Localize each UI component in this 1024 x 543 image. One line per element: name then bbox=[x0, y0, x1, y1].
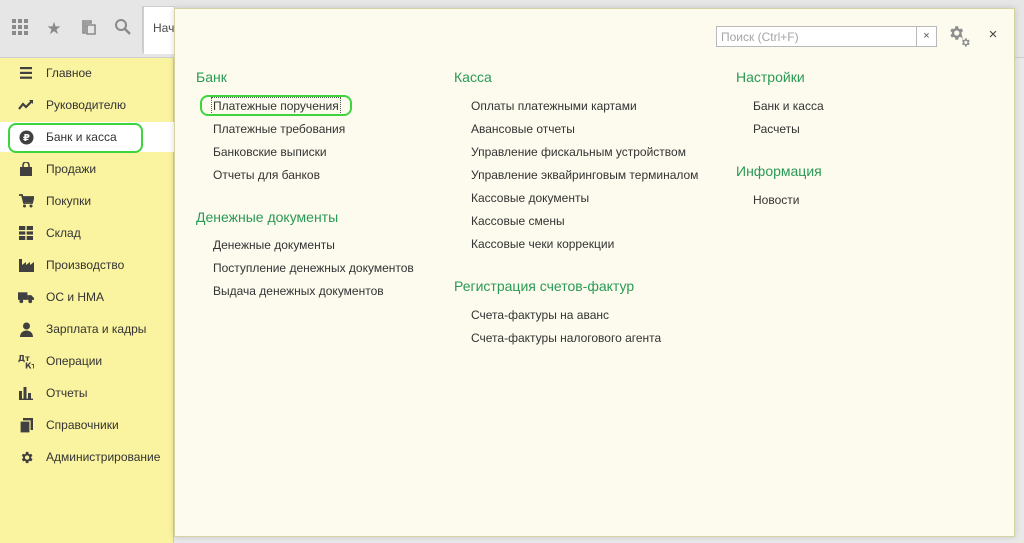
ruble-coin-icon: ₽ bbox=[18, 129, 34, 145]
link-correction-receipts[interactable]: Кассовые чеки коррекции bbox=[471, 237, 614, 251]
link-advance-invoices[interactable]: Счета-фактуры на аванс bbox=[471, 308, 609, 322]
clear-search-button[interactable]: × bbox=[916, 27, 936, 46]
section-panel: × × Банк Платежные поручения Платежные т… bbox=[174, 8, 1015, 537]
apps-grid-icon[interactable] bbox=[9, 18, 31, 40]
tab-start-label: Нач bbox=[153, 21, 175, 35]
close-panel-button[interactable]: × bbox=[985, 26, 1001, 44]
trend-chart-icon bbox=[18, 97, 34, 113]
link-cash-documents[interactable]: Кассовые документы bbox=[471, 191, 589, 205]
history-icon[interactable] bbox=[78, 18, 100, 40]
sidebar-item-salary-and-hr[interactable]: Зарплата и кадры bbox=[0, 314, 174, 344]
group-title-settings: Настройки bbox=[736, 69, 805, 85]
tab-start-page[interactable]: Нач bbox=[143, 6, 175, 54]
link-bank-reports[interactable]: Отчеты для банков bbox=[213, 168, 320, 182]
svg-text:Кт: Кт bbox=[25, 361, 34, 369]
sidebar-item-label: Операции bbox=[46, 354, 103, 368]
favorites-star-icon[interactable]: ★ bbox=[43, 18, 65, 40]
link-acquiring-terminal[interactable]: Управление эквайринговым терминалом bbox=[471, 168, 698, 182]
sidebar-item-fixed-assets[interactable]: ОС и НМА bbox=[0, 282, 174, 312]
sidebar-item-label: Склад bbox=[46, 226, 81, 240]
sidebar-item-purchases[interactable]: Покупки bbox=[0, 186, 174, 216]
sidebar-item-label: Производство bbox=[46, 258, 125, 272]
shopping-bag-icon bbox=[18, 161, 34, 177]
sidebar-item-label: Зарплата и кадры bbox=[46, 322, 147, 336]
link-settings-settlements[interactable]: Расчеты bbox=[753, 122, 800, 136]
panel-settings-gear-icon[interactable] bbox=[946, 23, 972, 49]
sidebar-item-main[interactable]: Главное bbox=[0, 58, 174, 88]
sidebar-item-directories[interactable]: Справочники bbox=[0, 410, 174, 440]
sidebar-item-administration[interactable]: Администрирование bbox=[0, 442, 174, 472]
operations-icon: Дт Кт bbox=[18, 353, 34, 369]
group-title-info: Информация bbox=[736, 163, 822, 179]
group-title-bank: Банк bbox=[196, 69, 227, 85]
group-title-money-docs: Денежные документы bbox=[196, 209, 339, 225]
svg-text:₽: ₽ bbox=[23, 133, 30, 144]
link-payment-orders[interactable]: Платежные поручения bbox=[211, 97, 341, 115]
gear-icon bbox=[18, 449, 34, 465]
sidebar-item-warehouse[interactable]: Склад bbox=[0, 218, 174, 248]
sidebar-item-label: Отчеты bbox=[46, 386, 88, 400]
link-fiscal-device[interactable]: Управление фискальным устройством bbox=[471, 145, 686, 159]
link-settings-bank-and-cash[interactable]: Банк и касса bbox=[753, 99, 824, 113]
truck-icon bbox=[18, 289, 34, 305]
link-money-documents[interactable]: Денежные документы bbox=[213, 238, 335, 252]
group-title-invoices: Регистрация счетов-фактур bbox=[454, 278, 635, 294]
sections-sidebar: Главное Руководителю ₽ Банк и касса Прод… bbox=[0, 58, 174, 543]
link-money-docs-receipt[interactable]: Поступление денежных документов bbox=[213, 261, 414, 275]
factory-icon bbox=[18, 257, 34, 273]
group-title-kassa: Касса bbox=[454, 69, 492, 85]
sidebar-item-label: Продажи bbox=[46, 162, 97, 176]
sidebar-item-label: Банк и касса bbox=[46, 130, 117, 144]
person-icon bbox=[18, 321, 34, 337]
sidebar-item-bank-and-cash[interactable]: ₽ Банк и касса bbox=[0, 122, 174, 152]
sidebar-item-label: Справочники bbox=[46, 418, 119, 432]
sidebar-item-label: Главное bbox=[46, 66, 92, 80]
cart-icon bbox=[18, 193, 34, 209]
sidebar-item-manager[interactable]: Руководителю bbox=[0, 90, 174, 120]
directory-books-icon bbox=[18, 417, 34, 433]
link-tax-agent-invoices[interactable]: Счета-фактуры налогового агента bbox=[471, 331, 661, 345]
sidebar-item-production[interactable]: Производство bbox=[0, 250, 174, 280]
search-box: × bbox=[716, 26, 937, 47]
sidebar-item-label: Руководителю bbox=[46, 98, 127, 112]
sidebar-item-reports[interactable]: Отчеты bbox=[0, 378, 174, 408]
sidebar-item-label: Покупки bbox=[46, 194, 92, 208]
link-cash-shifts[interactable]: Кассовые смены bbox=[471, 214, 565, 228]
bar-chart-icon bbox=[18, 385, 34, 401]
link-advance-reports[interactable]: Авансовые отчеты bbox=[471, 122, 575, 136]
sidebar-item-operations[interactable]: Дт Кт Операции bbox=[0, 346, 174, 376]
warehouse-grid-icon bbox=[18, 225, 34, 241]
sidebar-item-label: ОС и НМА bbox=[46, 290, 105, 304]
link-payment-requests[interactable]: Платежные требования bbox=[213, 122, 345, 136]
link-news[interactable]: Новости bbox=[753, 193, 799, 207]
menu-lines-icon bbox=[18, 65, 34, 81]
link-card-payments[interactable]: Оплаты платежными картами bbox=[471, 99, 637, 113]
link-bank-statements[interactable]: Банковские выписки bbox=[213, 145, 327, 159]
link-money-docs-issue[interactable]: Выдача денежных документов bbox=[213, 284, 384, 298]
search-input[interactable] bbox=[717, 27, 916, 46]
search-icon[interactable] bbox=[112, 18, 134, 40]
sidebar-item-sales[interactable]: Продажи bbox=[0, 154, 174, 184]
sidebar-item-label: Администрирование bbox=[46, 450, 161, 464]
